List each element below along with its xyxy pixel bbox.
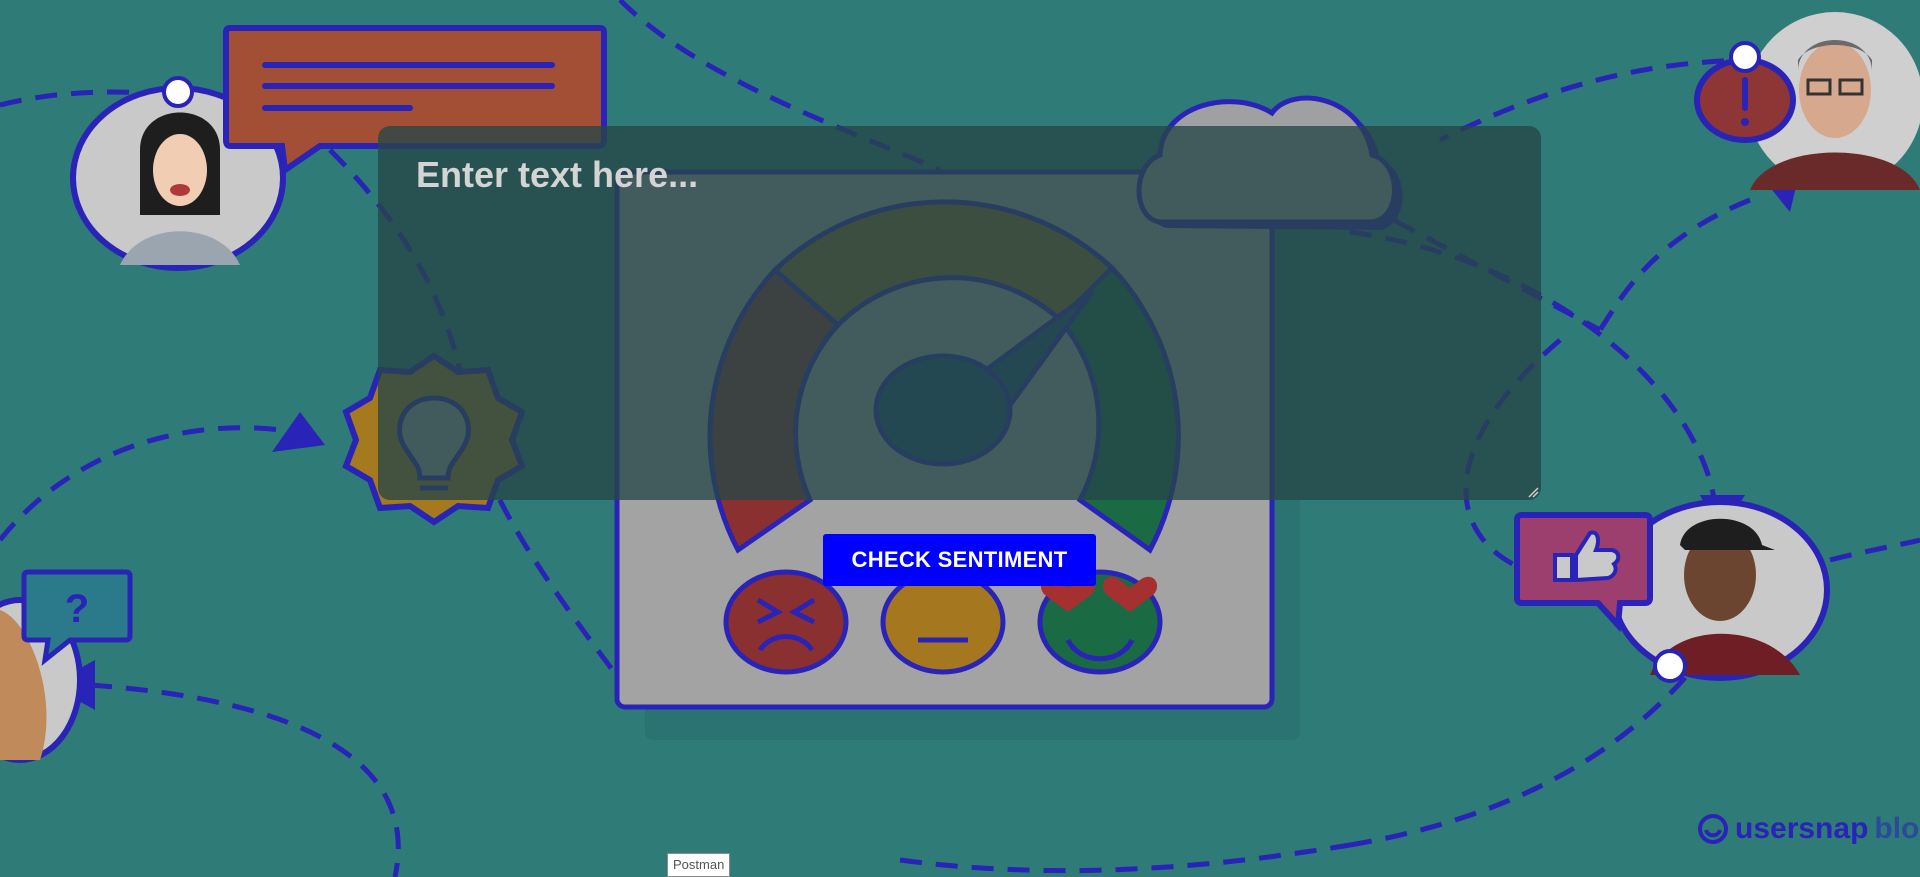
neutral-face-icon [880, 569, 1006, 675]
brand-logo: usersnap blo [1697, 812, 1919, 846]
resize-handle-icon[interactable] [1527, 486, 1539, 498]
sentiment-text-input[interactable] [378, 126, 1541, 500]
check-sentiment-button[interactable]: CHECK SENTIMENT [823, 534, 1096, 586]
brand-name: usersnap [1735, 812, 1869, 845]
usersnap-logo-icon [1698, 814, 1728, 844]
svg-text:?: ? [65, 587, 89, 631]
brand-suffix: blo [1874, 812, 1920, 845]
love-face-icon [1037, 569, 1163, 675]
angry-face-icon [723, 569, 849, 675]
text-input-area[interactable] [378, 126, 1541, 500]
tooltip: Postman [667, 853, 731, 877]
